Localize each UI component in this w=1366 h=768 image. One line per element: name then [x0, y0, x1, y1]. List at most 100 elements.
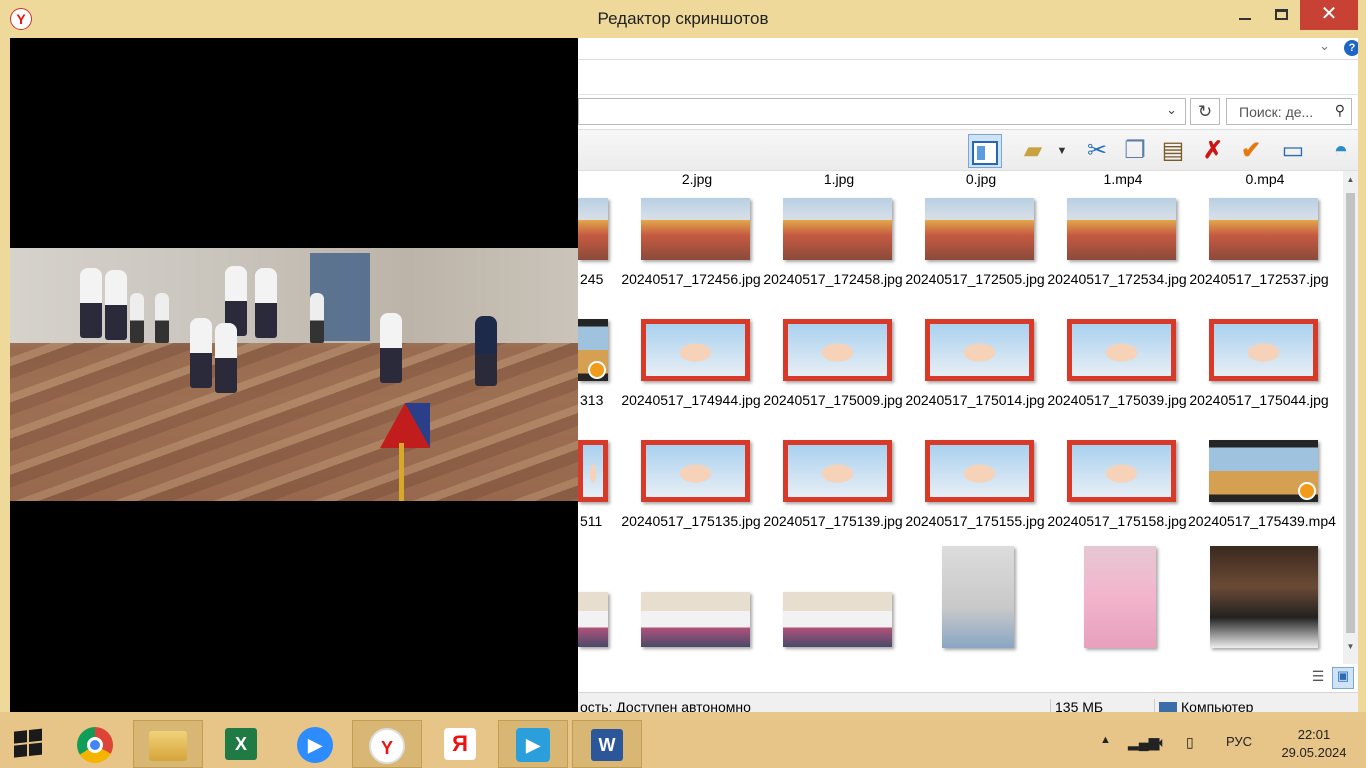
- file-item[interactable]: [620, 557, 762, 664]
- folder-icon: [149, 731, 187, 761]
- file-item[interactable]: 20240517_175044.jpg: [1188, 315, 1330, 435]
- ribbon-collapse-icon[interactable]: ⌄: [1319, 38, 1330, 54]
- file-item[interactable]: 20240517_175014.jpg: [904, 315, 1046, 435]
- file-item[interactable]: 20240517_175439.mp4: [1188, 436, 1336, 556]
- properties-button[interactable]: ▭: [1276, 134, 1310, 168]
- minimize-button[interactable]: [1227, 0, 1263, 30]
- file-item[interactable]: 20240517_175009.jpg: [762, 315, 904, 435]
- network-icon[interactable]: ▂▄▆: [1128, 734, 1159, 751]
- video-flag: [380, 403, 430, 448]
- file-grid: 2.jpg 1.jpg 0.jpg 1.mp4 0.mp4 245 202405…: [578, 171, 1343, 664]
- address-bar[interactable]: ⌄: [578, 98, 1186, 125]
- file-item[interactable]: 20240517_172458.jpg: [762, 194, 904, 314]
- file-name: 20240517_172534.jpg: [1047, 271, 1187, 287]
- scroll-down-icon[interactable]: ▼: [1343, 642, 1358, 656]
- cut-button[interactable]: ✂: [1080, 134, 1114, 168]
- search-input[interactable]: Поиск: де... ⚲: [1226, 98, 1352, 125]
- thumbnail: [1084, 546, 1156, 648]
- volume-icon[interactable]: 🔈︎: [1158, 734, 1166, 751]
- thumbnail: [641, 198, 750, 260]
- copy-button[interactable]: ❐: [1118, 134, 1152, 168]
- file-name: 20240517_172456.jpg: [621, 271, 761, 287]
- maximize-button[interactable]: [1263, 0, 1299, 30]
- folder-check-button[interactable]: ▰: [1016, 134, 1050, 168]
- view-pane-button[interactable]: [968, 134, 1002, 168]
- taskbar-yandex[interactable]: Я: [425, 720, 495, 768]
- yandex-browser-icon: Y: [369, 728, 405, 764]
- title-bar: Y Редактор скриншотов ✕: [0, 0, 1366, 38]
- scrollbar-thumb[interactable]: [1346, 193, 1355, 633]
- taskbar-yandex-browser[interactable]: Y: [352, 720, 422, 768]
- video-frame[interactable]: [10, 248, 578, 501]
- start-button[interactable]: [0, 720, 58, 768]
- chrome-icon: [77, 727, 113, 763]
- file-name: 20240517_175135.jpg: [621, 513, 761, 529]
- file-name[interactable]: 0.mp4: [1194, 171, 1336, 187]
- taskbar-excel[interactable]: X: [206, 720, 276, 768]
- person: [80, 268, 102, 338]
- play-icon: [588, 361, 606, 379]
- file-item[interactable]: 20240517_175155.jpg: [904, 436, 1046, 556]
- file-item[interactable]: 20240517_175039.jpg: [1046, 315, 1188, 435]
- thumbnail: [1209, 198, 1318, 260]
- file-name[interactable]: 1.jpg: [768, 171, 910, 187]
- thumbnail: [641, 319, 750, 381]
- paste-button[interactable]: ▤: [1156, 134, 1190, 168]
- taskbar-word[interactable]: W: [572, 720, 642, 768]
- file-item[interactable]: 20240517_175158.jpg: [1046, 436, 1188, 556]
- status-size: 135 МБ: [1050, 699, 1154, 712]
- person: [475, 316, 497, 386]
- close-button[interactable]: ✕: [1300, 0, 1358, 30]
- person: [155, 293, 169, 343]
- file-item[interactable]: 20240517_172534.jpg: [1046, 194, 1188, 314]
- power-icon[interactable]: ▯: [1186, 734, 1194, 751]
- file-item[interactable]: 20240517_175135.jpg: [620, 436, 762, 556]
- show-hidden-icons-icon[interactable]: ▲: [1100, 734, 1111, 746]
- video-thumbnail: [1209, 440, 1318, 502]
- chevron-down-icon[interactable]: ⌄: [1166, 102, 1177, 118]
- taskbar-chrome[interactable]: [60, 720, 130, 768]
- explorer-toolbar: ▰ ▼ ✂ ❐ ▤ ✗ ✔ ▭ ◓: [578, 129, 1358, 171]
- video-thumbnail: [578, 319, 608, 381]
- thumbnail: [783, 319, 892, 381]
- check-button[interactable]: ✔: [1234, 134, 1268, 168]
- clock-time: 22:01: [1297, 727, 1331, 742]
- file-item[interactable]: [1046, 546, 1188, 664]
- delete-button[interactable]: ✗: [1196, 134, 1230, 168]
- file-name: 20240517_175139.jpg: [763, 513, 903, 529]
- file-item[interactable]: 20240517_175139.jpg: [762, 436, 904, 556]
- clock[interactable]: 22:01 29.05.2024: [1262, 726, 1366, 762]
- help-icon[interactable]: ?: [1344, 40, 1358, 56]
- file-item[interactable]: [904, 546, 1046, 664]
- details-view-icon[interactable]: ☰: [1308, 668, 1328, 688]
- shell-button[interactable]: ◓: [1324, 134, 1358, 168]
- file-name[interactable]: 2.jpg: [626, 171, 768, 187]
- file-name: 20240517_172505.jpg: [905, 271, 1045, 287]
- folder-dropdown-button[interactable]: ▼: [1054, 134, 1070, 168]
- file-name[interactable]: 0.jpg: [910, 171, 1052, 187]
- video-viewer[interactable]: [10, 38, 578, 712]
- language-indicator[interactable]: РУС: [1226, 734, 1252, 749]
- thumbnail: [578, 592, 608, 647]
- taskbar: X ▶ Y Я ▶ W ▲ ▂▄▆ 🔈︎ ▯ РУС 22:01 29.05.2…: [0, 712, 1366, 768]
- file-item[interactable]: 20240517_174944.jpg: [620, 315, 762, 435]
- thumbnail: [641, 440, 750, 502]
- scroll-up-icon[interactable]: ▲: [1343, 175, 1358, 189]
- file-item[interactable]: 20240517_172537.jpg: [1188, 194, 1330, 314]
- taskbar-media-player[interactable]: ▶: [498, 720, 568, 768]
- thumbnails-view-icon[interactable]: ▣: [1332, 667, 1354, 689]
- windows-logo-icon: [14, 728, 44, 759]
- vertical-scrollbar[interactable]: ▲ ▼: [1343, 171, 1358, 664]
- file-item[interactable]: [762, 557, 904, 664]
- check-icon: ✔: [1240, 137, 1262, 164]
- file-item[interactable]: 20240517_172456.jpg: [620, 194, 762, 314]
- refresh-button[interactable]: ↻: [1190, 98, 1220, 125]
- thumbnail: [578, 440, 608, 502]
- view-mode-bar: ☰ ▣: [578, 664, 1358, 692]
- taskbar-zoom[interactable]: ▶: [280, 720, 350, 768]
- taskbar-file-explorer[interactable]: [133, 720, 203, 768]
- file-item[interactable]: 20240517_172505.jpg: [904, 194, 1046, 314]
- thumbnail: [925, 440, 1034, 502]
- file-item[interactable]: [1188, 546, 1330, 664]
- file-name[interactable]: 1.mp4: [1052, 171, 1194, 187]
